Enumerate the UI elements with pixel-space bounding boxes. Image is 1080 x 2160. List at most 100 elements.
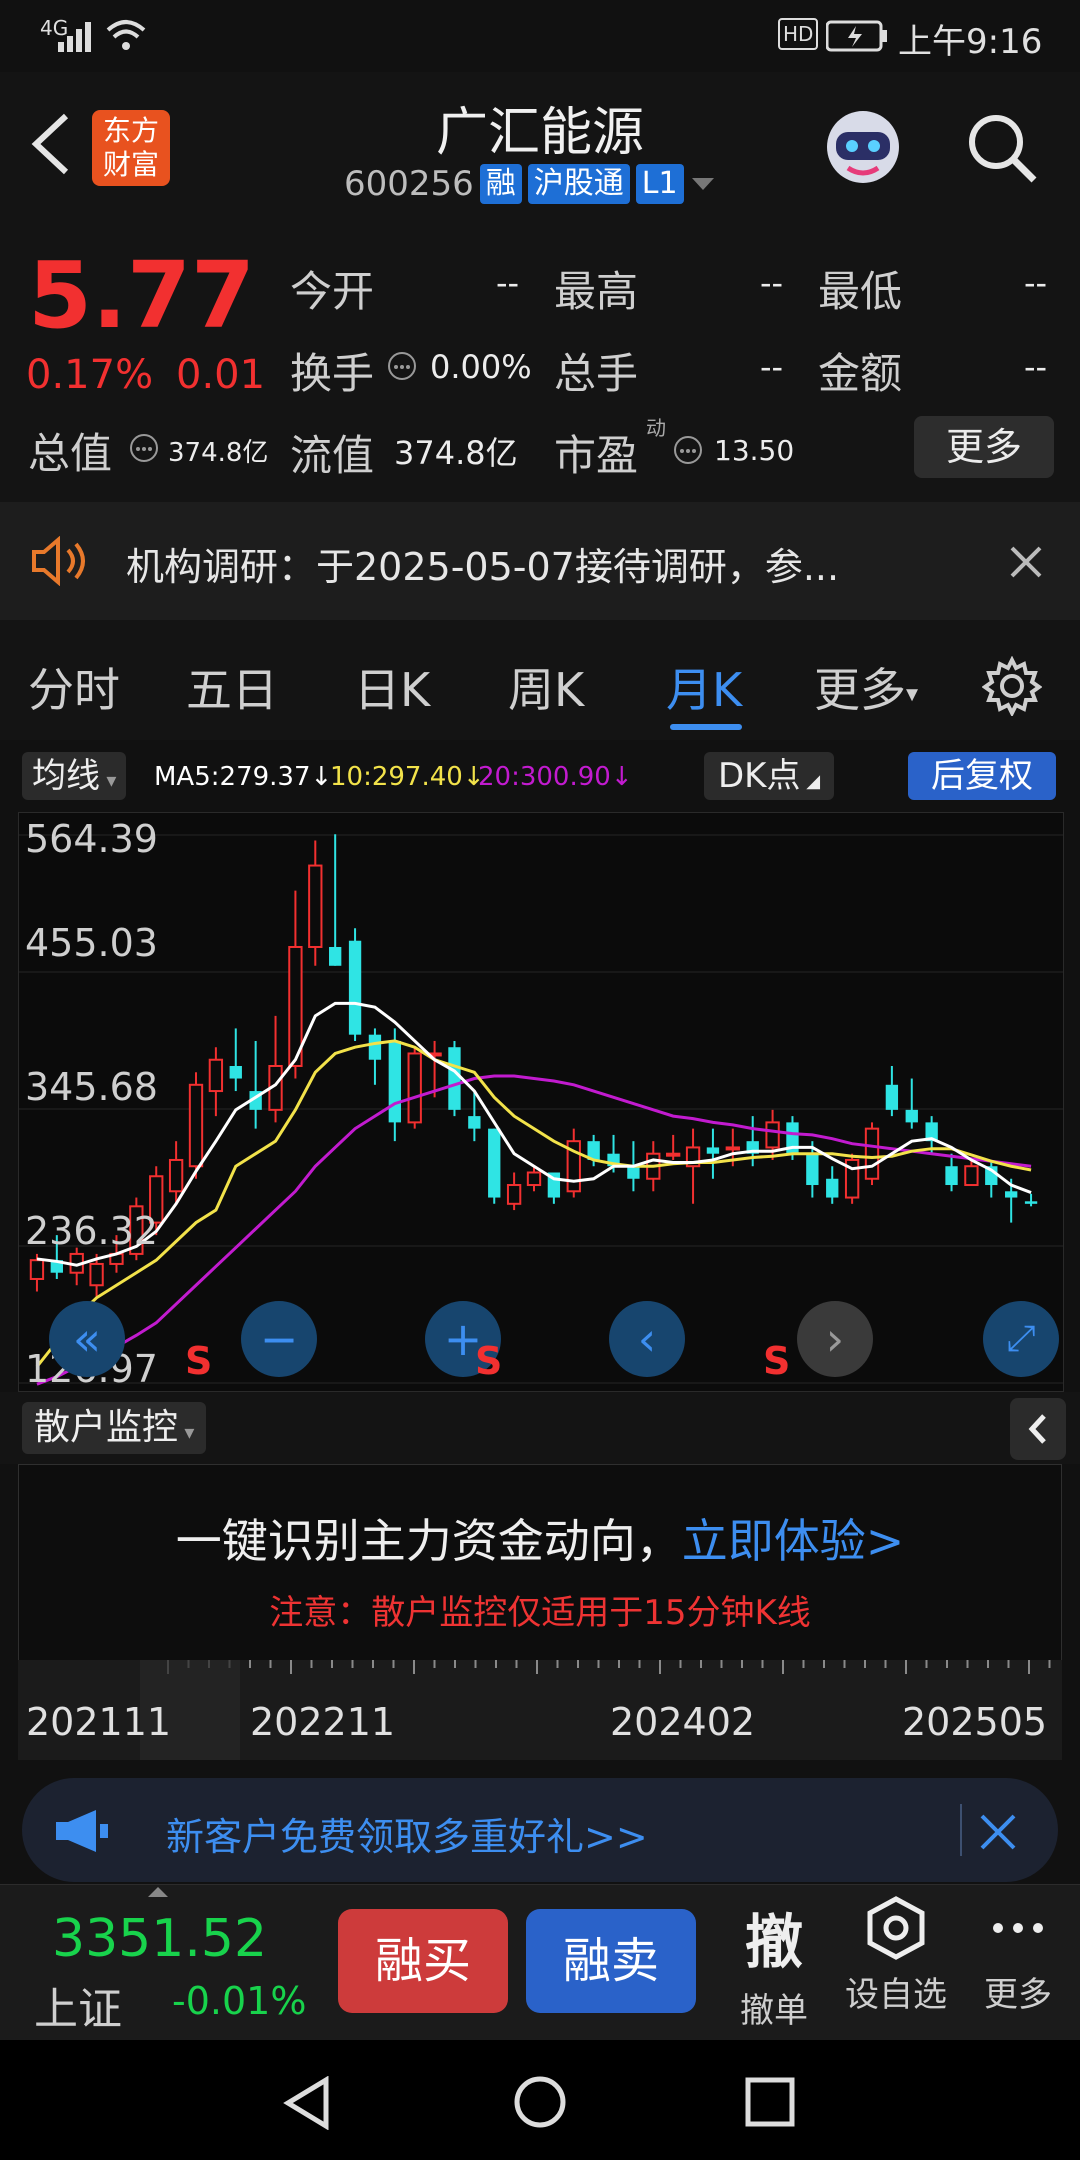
monitor-headline: 一键识别主力资金动向，立即体验> bbox=[175, 1514, 905, 1568]
quote-more-button[interactable]: 更多 bbox=[914, 416, 1054, 478]
trade-more-button[interactable]: 更多 bbox=[970, 1895, 1066, 2031]
search-icon[interactable] bbox=[964, 110, 1040, 186]
trade-more-label: 更多 bbox=[984, 1975, 1052, 2015]
margin-buy-button[interactable]: 融买 bbox=[338, 1909, 508, 2013]
ma10-line bbox=[35, 1039, 1032, 1368]
more-dots-icon bbox=[993, 1923, 1043, 1933]
ma-selector[interactable]: 均线 ▾ bbox=[22, 752, 127, 800]
battery-icon bbox=[826, 20, 887, 52]
chevron-down-icon bbox=[691, 178, 714, 190]
candle bbox=[407, 1047, 422, 1129]
tab-intraday[interactable]: 分时 bbox=[28, 654, 120, 720]
nav-recents-icon[interactable] bbox=[744, 2076, 796, 2128]
collapse-button[interactable] bbox=[1010, 1398, 1066, 1460]
low-label: 最低 bbox=[818, 267, 903, 316]
candle-body bbox=[1024, 1201, 1038, 1204]
candle bbox=[844, 1153, 860, 1204]
notice-bar[interactable]: 机构调研：于2025-05-07接待调研，参... bbox=[0, 502, 1080, 620]
notice-text: 机构调研：于2025-05-07接待调研，参... bbox=[126, 545, 840, 589]
monitor-header: 散户监控 ▾ bbox=[0, 1392, 1080, 1464]
float-mcap-value: 374.8亿 bbox=[394, 434, 518, 472]
pe-value: 13.50 bbox=[714, 434, 795, 467]
info-icon[interactable] bbox=[386, 350, 418, 382]
ma5-line bbox=[36, 1001, 1032, 1267]
tab-more[interactable]: 更多▾ bbox=[814, 654, 918, 720]
trade-bar: 3351.52 上证 -0.01% 融买 融卖 撤 撤单 设自选 更多 bbox=[0, 1884, 1080, 2041]
wifi-icon bbox=[106, 20, 146, 50]
monitor-panel[interactable]: 一键识别主力资金动向，立即体验> 注意：散户监控仅适用于15分钟K线 bbox=[18, 1464, 1062, 1662]
candle-body bbox=[1005, 1191, 1018, 1198]
candle bbox=[864, 1122, 880, 1186]
ma10-readout: 10:297.40↓ bbox=[330, 762, 485, 792]
candle bbox=[348, 928, 362, 1041]
robot-assistant-icon[interactable] bbox=[818, 102, 908, 192]
info-icon[interactable] bbox=[128, 432, 160, 464]
adjust-rights-button[interactable]: 后复权 bbox=[908, 752, 1056, 800]
pe-label: 市盈 bbox=[554, 431, 639, 480]
settings-gear-icon[interactable] bbox=[982, 656, 1042, 716]
nav-back-icon[interactable] bbox=[282, 2076, 332, 2130]
change-value: 0.01 bbox=[176, 352, 266, 398]
kline-chart[interactable]: 564.39 455.03 345.68 236.32 126.97 « − +… bbox=[18, 812, 1064, 1392]
candle-body bbox=[725, 1146, 740, 1151]
stock-header: 东方 财富 广汇能源 600256 融 沪股通 L1 bbox=[0, 72, 1080, 223]
candle bbox=[506, 1172, 522, 1211]
amount-label: 金额 bbox=[818, 349, 903, 398]
close-icon[interactable] bbox=[978, 1812, 1018, 1852]
y-tick-label: 236.32 bbox=[25, 1209, 158, 1253]
candle-body bbox=[208, 1058, 224, 1093]
time-axis[interactable]: 202111 202211 202402 202505 bbox=[18, 1660, 1062, 1760]
stock-code-row[interactable]: 600256 融 沪股通 L1 bbox=[344, 164, 716, 204]
close-icon[interactable] bbox=[1008, 544, 1044, 580]
clock: 上午9:16 bbox=[898, 22, 1043, 62]
y-tick-label: 345.68 bbox=[25, 1065, 158, 1109]
sell-signal-mark: S bbox=[763, 1339, 791, 1383]
caret-up-icon[interactable] bbox=[146, 1885, 170, 1899]
add-watchlist-button[interactable]: 设自选 bbox=[838, 1895, 954, 2031]
fullscreen-button[interactable]: ⤢ bbox=[983, 1301, 1059, 1377]
candle bbox=[945, 1153, 958, 1192]
candle bbox=[905, 1078, 918, 1129]
cancel-order-button[interactable]: 撤 撤单 bbox=[724, 1895, 824, 2031]
margin-sell-button[interactable]: 融卖 bbox=[526, 1909, 696, 2013]
float-mcap-label: 流值 bbox=[290, 431, 375, 480]
try-now-link[interactable]: 立即体验> bbox=[682, 1514, 905, 1568]
amount-value: -- bbox=[1024, 348, 1048, 386]
candle-body bbox=[526, 1171, 542, 1187]
change-percent: 0.17% bbox=[26, 352, 154, 398]
dk-point-selector[interactable]: DK点 ◢ bbox=[704, 752, 835, 800]
candle bbox=[706, 1128, 720, 1179]
info-icon[interactable] bbox=[672, 434, 704, 466]
tab-five-day[interactable]: 五日 bbox=[186, 654, 278, 720]
scroll-right-button[interactable]: › bbox=[797, 1301, 873, 1377]
low-value: -- bbox=[1024, 264, 1048, 302]
tab-daily-k[interactable]: 日K bbox=[354, 654, 430, 720]
candle-body bbox=[666, 1152, 681, 1157]
sell-signal-mark: S bbox=[185, 1339, 213, 1383]
candle-body bbox=[488, 1128, 501, 1198]
quote-panel: 5.77 0.17% 0.01 总值 374.8亿 今开 -- 最高 -- 最低… bbox=[0, 222, 1080, 502]
zoom-out-button[interactable]: − bbox=[241, 1301, 317, 1377]
monitor-selector[interactable]: 散户监控 ▾ bbox=[22, 1402, 207, 1454]
candle bbox=[368, 1028, 382, 1085]
watchlist-hexagon-icon bbox=[867, 1896, 925, 1960]
chevron-left-icon bbox=[1028, 1414, 1046, 1444]
index-value[interactable]: 3351.52 bbox=[52, 1909, 267, 1969]
scroll-left-button[interactable]: ‹ bbox=[609, 1301, 685, 1377]
candle bbox=[826, 1166, 839, 1204]
speaker-icon bbox=[32, 536, 85, 586]
candle-body bbox=[448, 1047, 461, 1110]
mcap-value: 374.8亿 bbox=[168, 438, 269, 468]
candle-body bbox=[864, 1127, 880, 1180]
tab-monthly-k[interactable]: 月K bbox=[666, 654, 742, 720]
rewind-button[interactable]: « bbox=[49, 1301, 125, 1377]
cancel-glyph: 撤 bbox=[744, 1908, 803, 1976]
promo-banner[interactable]: 新客户免费领取多重好礼>> bbox=[22, 1778, 1058, 1882]
tab-weekly-k[interactable]: 周K bbox=[508, 654, 584, 720]
index-name[interactable]: 上证 bbox=[34, 1973, 122, 2037]
candle-body bbox=[188, 1083, 204, 1168]
candle-body bbox=[826, 1178, 839, 1198]
chart-header: 均线 ▾ MA5:279.37↓ 10:297.40↓ 20:300.90↓ D… bbox=[0, 740, 1080, 812]
nav-home-icon[interactable] bbox=[512, 2074, 568, 2130]
candle bbox=[208, 1047, 224, 1117]
